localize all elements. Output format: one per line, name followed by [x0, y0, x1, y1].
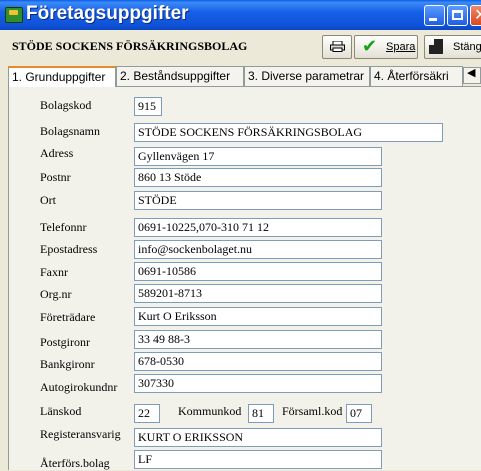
label-registeransvarig: Registeransvarig — [40, 427, 121, 441]
lanskod-field[interactable]: 22 — [134, 404, 160, 423]
tab-strip: 1. Grunduppgifter 2. Beståndsuppgifter 3… — [0, 66, 481, 87]
foretradare-field[interactable]: Kurt O Eriksson — [134, 307, 382, 326]
ort-field[interactable]: STÖDE — [134, 191, 382, 210]
company-name: STÖDE SOCKENS FÖRSÄKRINGSBOLAG — [12, 39, 248, 53]
tab-scroll-left-button[interactable]: ◀ — [463, 66, 481, 84]
label-autogirokundnr: Autogirokundnr — [40, 380, 118, 394]
label-orgnr: Org.nr — [40, 287, 72, 301]
label-aterforsbolag: Återförs.bolag — [40, 456, 110, 470]
label-forsamlkod: Församl.kod — [282, 404, 343, 418]
bolagskod-field[interactable]: 915 — [134, 97, 162, 116]
close-button-label: Stäng — [453, 41, 481, 53]
registeransvarig-field[interactable]: KURT O ERIKSSON — [134, 428, 382, 447]
printer-icon — [330, 41, 345, 52]
exit-door-icon — [429, 39, 443, 54]
orgnr-field[interactable]: 589201-8713 — [134, 284, 382, 303]
label-telefonnr: Telefonnr — [40, 220, 87, 234]
label-kommunkod: Kommunkod — [178, 404, 242, 418]
minimize-button[interactable] — [424, 5, 445, 26]
maximize-button[interactable] — [447, 5, 468, 26]
bankgironr-field[interactable]: 678-0530 — [134, 352, 382, 371]
adress-field[interactable]: Gyllenvägen 17 — [134, 147, 382, 166]
tab-diverse-parametrar[interactable]: 3. Diverse parametrar — [244, 66, 370, 86]
app-icon — [5, 7, 23, 23]
save-button-label: Spara — [386, 41, 416, 53]
label-ort: Ort — [40, 193, 56, 207]
autogirokundnr-field[interactable]: 307330 — [134, 374, 382, 393]
epostadress-field[interactable]: info@sockenbolaget.nu — [134, 240, 382, 259]
arrow-left-icon: ◀ — [467, 66, 476, 79]
postgironr-field[interactable]: 33 49 88-3 — [134, 330, 382, 349]
maximize-icon — [452, 10, 463, 20]
checkmark-icon: ✔ — [362, 36, 378, 57]
label-postnr: Postnr — [40, 170, 71, 184]
label-lanskod: Länskod — [40, 404, 82, 418]
label-adress: Adress — [40, 146, 74, 160]
label-postgironr: Postgironr — [40, 335, 91, 349]
label-bankgironr: Bankgironr — [40, 357, 95, 371]
tab-bestandsuppgifter[interactable]: 2. Beståndsuppgifter — [116, 66, 244, 86]
close-icon: ✕ — [474, 5, 481, 24]
close-button[interactable]: Stäng — [424, 35, 481, 59]
toolbar: STÖDE SOCKENS FÖRSÄKRINGSBOLAG ✔ Spara S… — [0, 30, 481, 62]
kommunkod-field[interactable]: 81 — [248, 404, 274, 423]
save-button[interactable]: ✔ Spara — [354, 35, 418, 59]
postnr-field[interactable]: 860 13 Stöde — [134, 168, 382, 187]
print-button[interactable] — [322, 35, 352, 59]
label-faxnr: Faxnr — [40, 265, 68, 279]
title-bar[interactable]: Företagsuppgifter ✕ — [0, 0, 481, 30]
faxnr-field[interactable]: 0691-10586 — [134, 262, 382, 281]
label-bolagskod: Bolagskod — [40, 98, 92, 112]
aterforsbolag-field[interactable]: LF — [134, 450, 382, 469]
bolagsnamn-field[interactable]: STÖDE SOCKENS FÖRSÄKRINGSBOLAG — [134, 123, 443, 142]
label-foretradare: Företrädare — [40, 310, 96, 324]
tab-grunduppgifter[interactable]: 1. Grunduppgifter — [8, 66, 116, 87]
tab-aterforsakring[interactable]: 4. Återförsäkri — [370, 66, 463, 86]
label-epostadress: Epostadress — [40, 242, 98, 256]
forsamlkod-field[interactable]: 07 — [346, 404, 372, 423]
telefonnr-field[interactable]: 0691-10225,070-310 71 12 — [134, 218, 382, 237]
minimize-icon — [429, 18, 437, 21]
label-bolagsnamn: Bolagsnamn — [40, 124, 100, 138]
window-title: Företagsuppgifter — [26, 3, 189, 24]
close-window-button[interactable]: ✕ — [470, 5, 481, 26]
